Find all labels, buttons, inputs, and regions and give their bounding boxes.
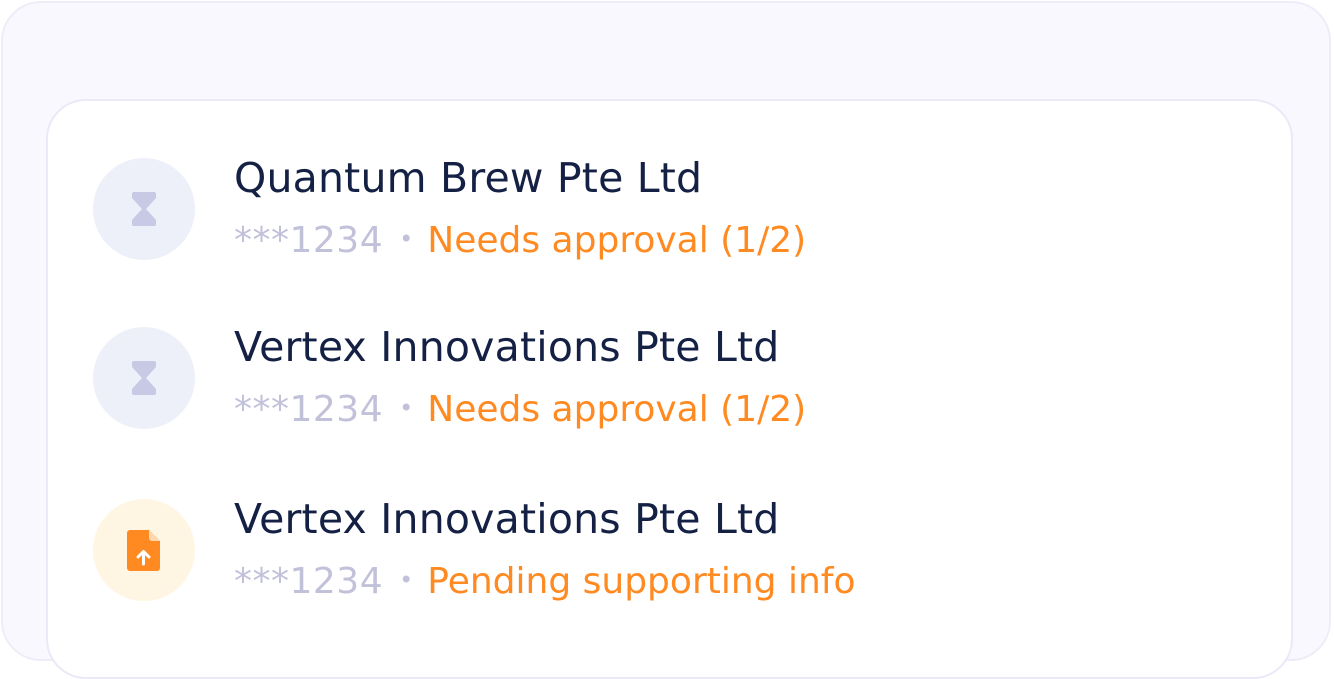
company-name: Vertex Innovations Pte Ltd bbox=[234, 495, 780, 543]
account-meta: ***1234 • Needs approval (1/2) bbox=[234, 388, 806, 435]
list-item[interactable]: Vertex Innovations Pte Ltd ***1234 • Pendi… bbox=[93, 495, 1243, 603]
status-text: Pending supporting info bbox=[427, 561, 856, 602]
hourglass-icon bbox=[132, 192, 156, 226]
separator-dot: • bbox=[399, 225, 414, 253]
file-upload-icon bbox=[127, 530, 160, 571]
account-number: ***1234 bbox=[234, 220, 384, 261]
hourglass-icon bbox=[132, 361, 156, 395]
company-name: Quantum Brew Pte Ltd bbox=[234, 154, 703, 202]
status-avatar bbox=[93, 327, 195, 429]
status-text: Needs approval (1/2) bbox=[427, 389, 807, 430]
account-list-card: Quantum Brew Pte Ltd ***1234 • Needs appro… bbox=[46, 99, 1293, 679]
status-avatar bbox=[93, 158, 195, 260]
account-number: ***1234 bbox=[234, 389, 384, 430]
status-text: Needs approval (1/2) bbox=[427, 220, 807, 261]
separator-dot: • bbox=[399, 394, 414, 422]
account-number: ***1234 bbox=[234, 561, 384, 602]
account-meta: ***1234 • Pending supporting info bbox=[234, 560, 855, 607]
account-meta: ***1234 • Needs approval (1/2) bbox=[234, 219, 806, 266]
company-name: Vertex Innovations Pte Ltd bbox=[234, 323, 780, 371]
status-avatar bbox=[93, 499, 195, 601]
list-item[interactable]: Quantum Brew Pte Ltd ***1234 • Needs appro… bbox=[93, 154, 1243, 262]
panel-background: Quantum Brew Pte Ltd ***1234 • Needs appro… bbox=[1, 1, 1331, 679]
list-item[interactable]: Vertex Innovations Pte Ltd ***1234 • Needs… bbox=[93, 323, 1243, 431]
separator-dot: • bbox=[399, 566, 414, 594]
